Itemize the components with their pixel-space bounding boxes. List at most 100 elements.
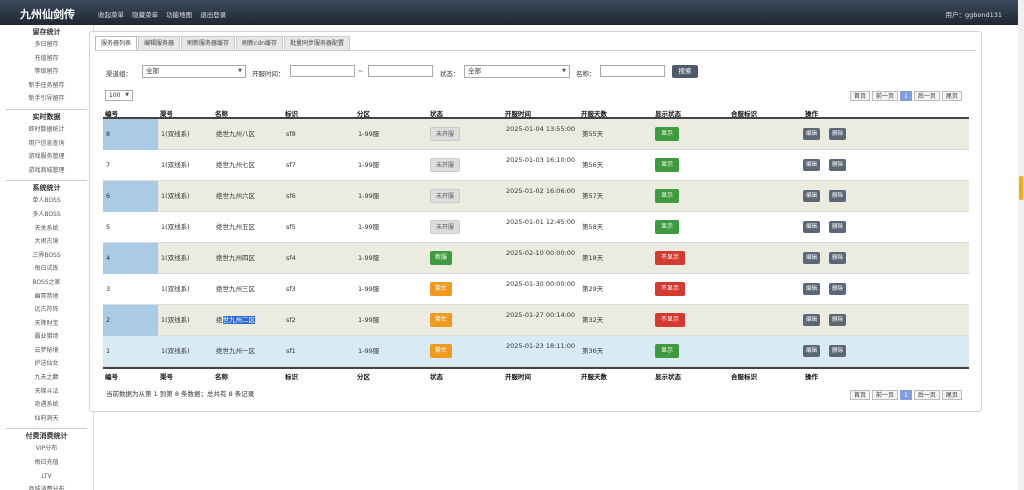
- sidebar-item[interactable]: LTV: [0, 470, 93, 484]
- cell-name: 绝世九州三区: [216, 285, 255, 293]
- sidebar-item[interactable]: 即时数据统计: [0, 123, 93, 137]
- sidebar-item[interactable]: 奇遇系统: [0, 398, 93, 412]
- sidebar-item[interactable]: 天降财宝: [0, 317, 93, 331]
- display-status-badge[interactable]: 不显示: [655, 313, 686, 327]
- cell-open-time: 2025-01-03 16:10:00: [506, 156, 576, 164]
- edit-button[interactable]: 编辑: [803, 252, 821, 264]
- tab-refresh-server-cache[interactable]: 刷新服务器缓存: [181, 36, 236, 50]
- delete-button[interactable]: 删除: [829, 190, 847, 202]
- pager-current[interactable]: 1: [900, 91, 912, 101]
- delete-button[interactable]: 删除: [829, 128, 847, 140]
- sidebar-item[interactable]: 单人BOSS: [0, 194, 93, 208]
- logout-link[interactable]: 退出登录: [200, 11, 226, 19]
- sidebar-item[interactable]: 多人BOSS: [0, 208, 93, 222]
- sidebar-item[interactable]: 多日留存: [0, 38, 93, 52]
- cell-id: 1: [106, 347, 111, 355]
- scrollbar-thumb[interactable]: [1019, 176, 1023, 200]
- table-row[interactable]: 3 1(双线系) 绝世九州三区 sf3 1-99服 繁忙 2025-01-30 00:00:…: [103, 274, 969, 305]
- edit-button[interactable]: 编辑: [803, 283, 821, 295]
- status-badge: 繁忙: [430, 282, 453, 296]
- header-zone: 分区: [357, 110, 370, 118]
- sidebar-item[interactable]: 每日充值: [0, 456, 93, 470]
- end-time-input[interactable]: [368, 65, 433, 77]
- sidebar-item[interactable]: 新手任务留存: [0, 79, 93, 93]
- sidebar-item[interactable]: 天梯斗法: [0, 385, 93, 399]
- delete-button[interactable]: 删除: [829, 252, 847, 264]
- sidebar-item[interactable]: 大闹古境: [0, 235, 93, 249]
- table-row[interactable]: 6 1(双线系) 绝世九州六区 sf6 1-99服 未开服 2025-01-02 16:06…: [103, 181, 969, 212]
- display-status-badge[interactable]: 不显示: [655, 282, 686, 296]
- tab-batch-sync-config[interactable]: 批量同步服务器配置: [283, 36, 350, 50]
- display-status-badge[interactable]: 显示: [655, 158, 680, 172]
- sidebar-item[interactable]: 游戏商城管理: [0, 164, 93, 178]
- tab-server-list[interactable]: 服务器列表: [95, 36, 138, 50]
- start-time-input[interactable]: [290, 65, 355, 77]
- sidebar-item[interactable]: 远古符阵: [0, 303, 93, 317]
- edit-button[interactable]: 编辑: [803, 221, 821, 233]
- sidebar-item[interactable]: 用户信息查询: [0, 137, 93, 151]
- edit-button[interactable]: 编辑: [803, 128, 821, 140]
- pager-last[interactable]: 尾页: [941, 91, 962, 101]
- sidebar-item[interactable]: 新手引导留存: [0, 92, 93, 106]
- status-badge: 未开服: [430, 220, 461, 234]
- status-select[interactable]: 全部 ▼: [464, 65, 570, 78]
- collapse-menu-link[interactable]: 收起菜单: [98, 11, 124, 19]
- sidebar-item[interactable]: 九天之巅: [0, 371, 93, 385]
- header-zone: 分区: [357, 373, 370, 381]
- cell-open-time: 2025-01-02 16:06:00: [506, 187, 576, 195]
- sidebar-item[interactable]: VIP分布: [0, 442, 93, 456]
- delete-button[interactable]: 删除: [829, 159, 847, 171]
- table-row[interactable]: 4 1(双线系) 绝世九州四区 sf4 1-99服 新服 2025-02-10 00:00:…: [103, 243, 969, 274]
- sidebar-item[interactable]: 仙府洞天: [0, 412, 93, 426]
- sidebar-item[interactable]: 每日试炼: [0, 262, 93, 276]
- display-status-badge[interactable]: 显示: [655, 127, 680, 141]
- hide-menu-link[interactable]: 隐藏菜单: [132, 11, 158, 19]
- channel-select[interactable]: 全部 ▼: [142, 65, 246, 78]
- name-input[interactable]: [600, 65, 665, 77]
- delete-button[interactable]: 删除: [829, 314, 847, 326]
- pager-next[interactable]: 后一页: [913, 91, 940, 101]
- pager-current[interactable]: 1: [900, 390, 912, 400]
- delete-button[interactable]: 删除: [829, 221, 847, 233]
- table-row[interactable]: 2 1(双线系) 绝世九州二区 sf2 1-99服 繁忙 2025-01-27 00:14:…: [103, 305, 969, 336]
- pager-prev[interactable]: 前一页: [872, 91, 899, 101]
- edit-button[interactable]: 编辑: [803, 314, 821, 326]
- pager-last[interactable]: 尾页: [941, 390, 962, 400]
- table-row[interactable]: 8 1(双线系) 绝世九州八区 sf8 1-99服 未开服 2025-01-04 13:55…: [103, 119, 969, 150]
- edit-button[interactable]: 编辑: [803, 345, 821, 357]
- table-row[interactable]: 1 1(双线系) 绝世九州一区 sf1 1-99服 繁忙 2025-01-23 18:11:…: [103, 336, 969, 367]
- cell-zone: 1-99服: [358, 161, 380, 169]
- edit-button[interactable]: 编辑: [803, 190, 821, 202]
- sidebar-item[interactable]: 等级留存: [0, 65, 93, 79]
- tab-edit-server[interactable]: 编辑服务器: [138, 36, 181, 50]
- table-row[interactable]: 7 1(双线系) 绝世九州七区 sf7 1-99服 未开服 2025-01-03 16:10…: [103, 150, 969, 181]
- tab-refresh-cdn-cache[interactable]: 刷新cdn缓存: [236, 36, 283, 50]
- display-status-badge[interactable]: 不显示: [655, 251, 686, 265]
- sidebar-item[interactable]: 天关系统: [0, 222, 93, 236]
- function-map-link[interactable]: 功能地图: [166, 11, 192, 19]
- sidebar-item[interactable]: 霸业猎场: [0, 330, 93, 344]
- edit-button[interactable]: 编辑: [803, 159, 821, 171]
- page-size-select[interactable]: 100 ▼: [105, 90, 133, 101]
- pager-prev[interactable]: 前一页: [872, 390, 899, 400]
- delete-button[interactable]: 删除: [829, 283, 847, 295]
- search-button[interactable]: 搜索: [672, 65, 698, 78]
- table-row[interactable]: 5 1(双线系) 绝世九州五区 sf5 1-99服 未开服 2025-01-01 12:45…: [103, 212, 969, 243]
- sidebar-item[interactable]: 三界BOSS: [0, 249, 93, 263]
- display-status-badge[interactable]: 显示: [655, 189, 680, 203]
- display-status-badge[interactable]: 显示: [655, 344, 680, 358]
- delete-button[interactable]: 删除: [829, 345, 847, 357]
- sidebar-item[interactable]: 云梦秘境: [0, 344, 93, 358]
- page-scrollbar[interactable]: [1018, 0, 1024, 490]
- sidebar-item[interactable]: 充值留存: [0, 52, 93, 66]
- pager-first[interactable]: 首页: [850, 390, 871, 400]
- sidebar-item[interactable]: 商城消费分布: [0, 483, 93, 490]
- sidebar-item[interactable]: 幽冥禁地: [0, 290, 93, 304]
- sidebar-item[interactable]: BOSS之家: [0, 276, 93, 290]
- row-id-cell-bg: [103, 243, 158, 274]
- pager-first[interactable]: 首页: [850, 91, 871, 101]
- display-status-badge[interactable]: 显示: [655, 220, 680, 234]
- sidebar-item[interactable]: 游戏服务管理: [0, 150, 93, 164]
- pager-next[interactable]: 后一页: [913, 390, 940, 400]
- sidebar-item[interactable]: 护送仙女: [0, 357, 93, 371]
